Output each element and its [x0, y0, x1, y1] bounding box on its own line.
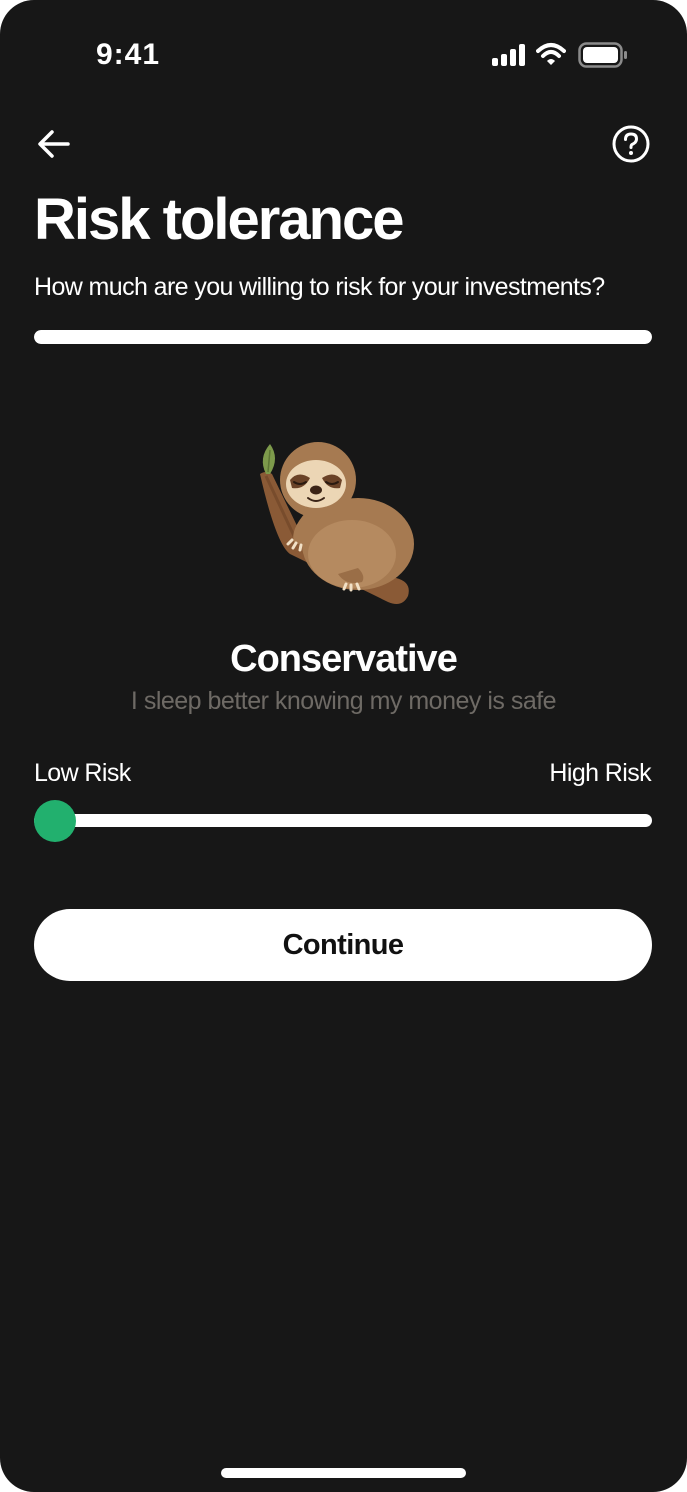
risk-level-description: I sleep better knowing my money is safe [130, 687, 557, 715]
help-button[interactable] [611, 124, 651, 164]
slider-high-label: High Risk [549, 759, 651, 787]
slider-low-label: Low Risk [34, 759, 131, 787]
arrow-left-icon [38, 130, 70, 158]
status-bar: 9:41 [0, 0, 687, 110]
home-indicator [221, 1468, 466, 1478]
wifi-icon [536, 43, 566, 65]
page-subtitle: How much are you willing to risk for you… [34, 273, 605, 301]
battery-icon [578, 42, 627, 68]
question-circle-icon [612, 125, 650, 163]
risk-slider-track[interactable] [34, 814, 652, 827]
status-time: 9:41 [96, 38, 161, 71]
page-title: Risk tolerance [34, 187, 405, 252]
back-button[interactable] [34, 124, 74, 164]
cellular-signal-icon [492, 44, 526, 66]
phone-screen: 9:41 Risk tolerance How much are you wil… [0, 0, 687, 1492]
progress-fill [34, 330, 652, 344]
sleeping-sloth-illustration [260, 442, 414, 604]
risk-slider-thumb[interactable] [34, 800, 76, 842]
risk-level-title: Conservative [230, 638, 458, 680]
continue-button[interactable]: Continue [34, 909, 652, 981]
progress-bar [34, 330, 652, 344]
